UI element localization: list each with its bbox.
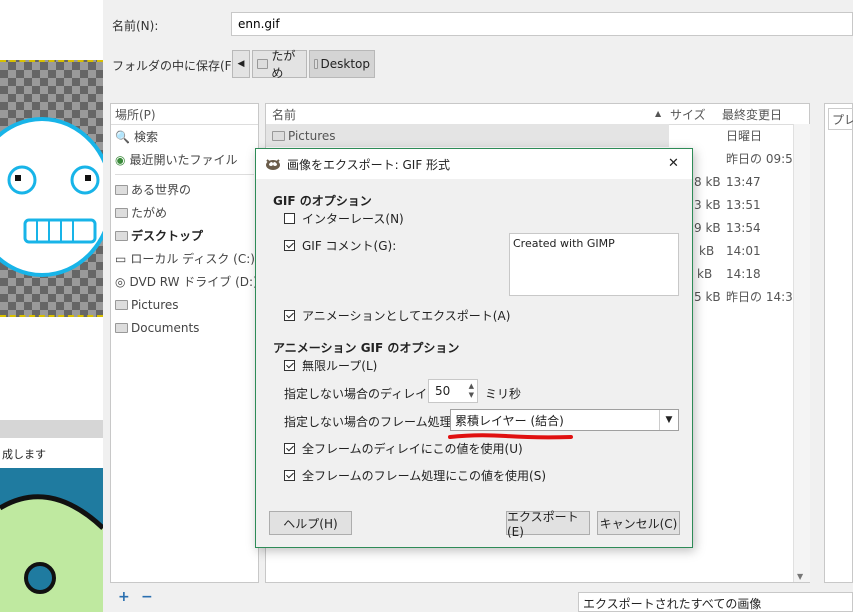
file-size: 8 kB	[694, 174, 721, 189]
file-size: 5 kB	[694, 289, 721, 304]
checkbox-checked[interactable]	[284, 470, 295, 481]
file-modified: 昨日の 09:50	[726, 152, 801, 166]
file-modified: 13:51	[726, 197, 761, 212]
disposal-select[interactable]: 累積レイヤー (結合) ▼	[450, 409, 679, 431]
column-name[interactable]: 名前	[272, 106, 296, 123]
file-modified: 13:54	[726, 220, 761, 235]
file-modified: 昨日の 14:35	[726, 290, 801, 304]
place-pictures[interactable]: Pictures	[111, 293, 258, 316]
smiley-image	[0, 117, 103, 277]
checkbox-checked[interactable]	[284, 240, 295, 251]
remove-bookmark-icon[interactable]: −	[141, 589, 153, 605]
save-in-label: フォルダの中に保存(F):	[112, 59, 241, 73]
place-documents[interactable]: Documents	[111, 316, 258, 339]
add-bookmark-icon[interactable]: +	[118, 589, 130, 605]
folder-icon	[115, 184, 128, 195]
file-modified: 14:01	[726, 243, 761, 258]
place-recent[interactable]: ◉ 最近開いたファイル	[111, 148, 258, 171]
delay-unit: ミリ秒	[485, 387, 522, 401]
image-canvas-area: 成します	[0, 0, 103, 612]
places-header[interactable]: 場所(P)	[111, 104, 258, 125]
spin-down-icon[interactable]: ▼	[469, 391, 474, 400]
file-modified: 14:18	[726, 266, 761, 281]
column-modified[interactable]: 最終変更日	[722, 106, 782, 123]
file-size: 9 kB	[694, 220, 721, 235]
chevron-left-icon: ◀	[237, 59, 245, 69]
drive-icon: ▭	[115, 251, 127, 266]
sort-up-icon: ▲	[655, 109, 662, 118]
search-icon: 🔍	[115, 129, 130, 144]
dialog-title: 画像をエクスポート: GIF 形式	[287, 157, 451, 172]
chevron-down-icon[interactable]: ▼	[659, 410, 678, 430]
transparent-canvas	[0, 60, 103, 317]
disposal-value: 累積レイヤー (結合)	[455, 413, 564, 428]
delay-label: 指定しない場合のディレイ(D):	[284, 387, 450, 401]
folder-icon	[272, 130, 285, 141]
export-button[interactable]: エクスポート(E)	[506, 510, 590, 539]
place-search[interactable]: 🔍 検索	[111, 125, 258, 148]
folder-icon	[115, 230, 128, 241]
preview-label: プレビ	[828, 108, 853, 130]
place-local-disk[interactable]: ▭ ローカル ディスク (C:)	[111, 247, 258, 270]
file-modified: 日曜日	[726, 129, 763, 143]
filename-input[interactable]	[231, 12, 853, 36]
path-button-desktop[interactable]: Desktop	[309, 50, 375, 78]
close-icon[interactable]: ✕	[668, 156, 679, 171]
layer-preview	[0, 468, 103, 612]
interlace-checkbox[interactable]: インターレース(N)	[284, 210, 404, 227]
file-list-scrollbar[interactable]: ▼	[793, 124, 810, 582]
name-label: 名前(N):	[112, 19, 159, 33]
place-desktop[interactable]: デスクトップ	[111, 224, 258, 247]
use-disposal-all-frames-checkbox[interactable]: 全フレームのフレーム処理にこの値を使用(S)	[284, 467, 546, 484]
folder-icon	[314, 59, 318, 69]
path-back-button[interactable]: ◀	[232, 50, 250, 78]
dialog-titlebar[interactable]: 画像をエクスポート: GIF 形式 ✕	[256, 149, 692, 179]
folder-icon	[115, 299, 128, 310]
export-gif-dialog: 画像をエクスポート: GIF 形式 ✕ GIF のオプション インターレース(N…	[255, 148, 693, 548]
places-panel: 場所(P) 🔍 検索 ◉ 最近開いたファイル ある世界の たがめ デスクトップ ▭ ロ…	[110, 103, 259, 583]
place-tagame[interactable]: たがめ	[111, 201, 258, 224]
place-dvd-drive[interactable]: ◎ DVD RW ドライブ (D:)	[111, 270, 258, 293]
folder-icon	[115, 322, 128, 333]
delay-value[interactable]: 50	[429, 384, 469, 398]
status-text: 成します	[2, 448, 46, 461]
gimp-logo-icon	[265, 157, 281, 171]
checkbox-checked[interactable]	[284, 310, 295, 321]
recent-icon: ◉	[115, 152, 126, 167]
export-as-animation-checkbox[interactable]: アニメーションとしてエクスポート(A)	[284, 307, 510, 324]
file-type-filter[interactable]: エクスポートされたすべての画像	[578, 592, 853, 612]
file-size: 3 kB	[694, 197, 721, 212]
chevron-down-icon: ▼	[797, 572, 804, 581]
infinite-loop-checkbox[interactable]: 無限ループ(L)	[284, 357, 377, 374]
disposal-label: 指定しない場合のフレーム処理(F):	[284, 415, 472, 429]
file-modified: 13:47	[726, 174, 761, 189]
delay-spinbox[interactable]: 50 ▲ ▼	[428, 379, 478, 403]
disc-icon: ◎	[115, 274, 126, 289]
gif-options-heading: GIF のオプション	[273, 194, 372, 208]
place-user-folder[interactable]: ある世界の	[111, 178, 258, 201]
checkbox-box[interactable]	[284, 213, 295, 224]
animation-options-heading: アニメーション GIF のオプション	[273, 341, 460, 355]
checkbox-checked[interactable]	[284, 360, 295, 371]
cancel-button[interactable]: キャンセル(C)	[597, 511, 680, 535]
column-size[interactable]: サイズ	[670, 106, 706, 123]
gif-comment-textarea[interactable]: Created with GIMP	[509, 233, 679, 296]
preview-pane: プレビ	[824, 103, 853, 583]
use-delay-all-frames-checkbox[interactable]: 全フレームのディレイにこの値を使用(U)	[284, 440, 523, 457]
file-size: kB	[699, 243, 715, 258]
spin-up-icon[interactable]: ▲	[469, 382, 474, 391]
folder-icon	[115, 207, 128, 218]
help-button[interactable]: ヘルプ(H)	[269, 511, 352, 535]
path-button-tagame[interactable]: たがめ	[252, 49, 307, 80]
folder-icon	[257, 59, 269, 69]
canvas-scrollbar[interactable]	[0, 420, 103, 438]
checkbox-checked[interactable]	[284, 443, 295, 454]
gif-comment-checkbox[interactable]: GIF コメント(G):	[284, 237, 396, 254]
file-size: kB	[697, 266, 713, 281]
file-row[interactable]: Pictures	[266, 124, 669, 147]
